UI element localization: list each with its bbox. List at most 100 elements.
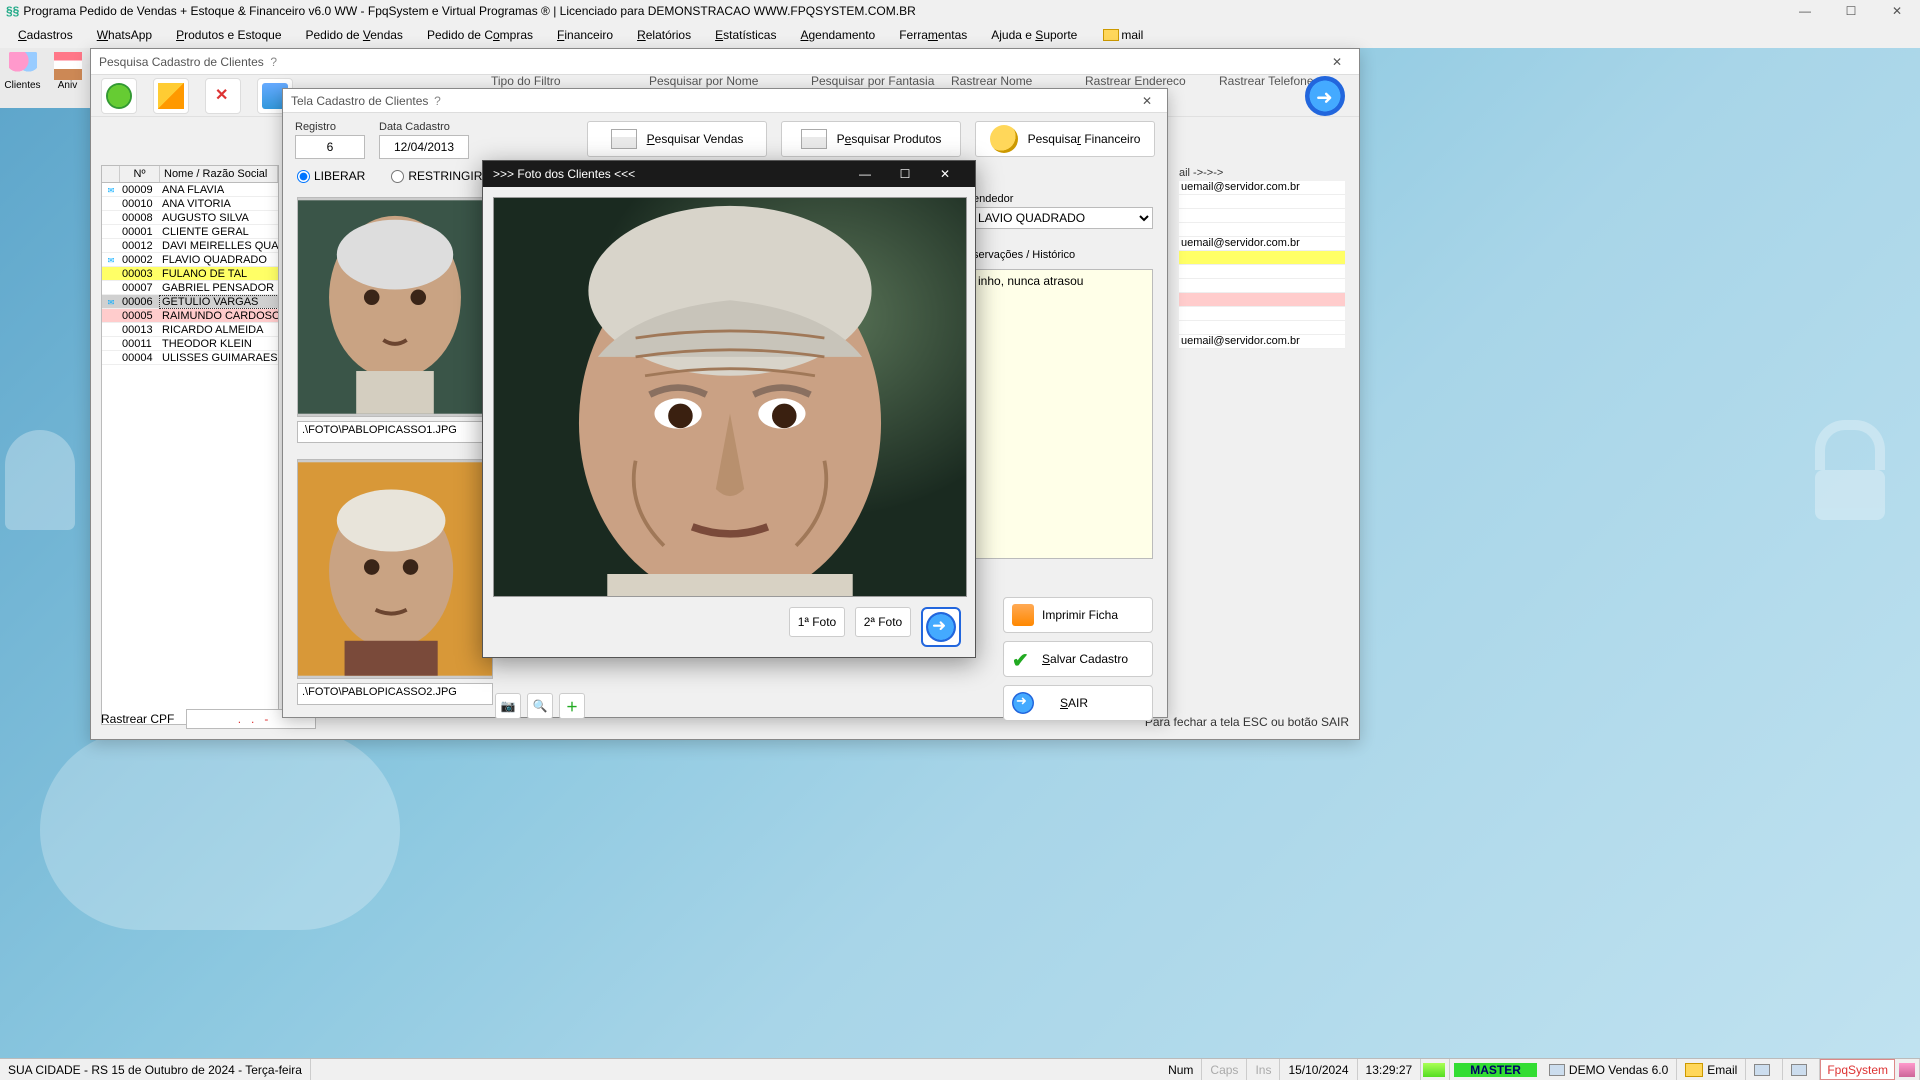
menu-ferramentas[interactable]: Ferramentas <box>887 24 979 46</box>
track-name-label: Rastrear Nome <box>951 74 1032 88</box>
search-window-help[interactable]: ? <box>264 55 284 69</box>
pesquisar-produtos-button[interactable]: Pesquisar Produtos <box>781 121 961 157</box>
menu-agendamento[interactable]: Agendamento <box>788 24 887 46</box>
liberar-radio[interactable]: LIBERAR <box>297 169 365 183</box>
email-cell <box>1179 209 1345 223</box>
table-row[interactable]: 00013RICARDO ALMEIDA <box>102 323 278 337</box>
table-row[interactable]: 00007GABRIEL PENSADOR <box>102 281 278 295</box>
vendedor-select[interactable]: LAVIO QUADRADO <box>973 207 1153 229</box>
salvar-cadastro-button[interactable]: Salvar Cadastro <box>1003 641 1153 677</box>
photo1-image <box>298 198 492 416</box>
window-close[interactable]: ✕ <box>1874 0 1920 22</box>
foto-modal: >>> Foto dos Clientes <<< — ☐ ✕ <box>482 160 976 658</box>
status-bar: SUA CIDADE - RS 15 de Outubro de 2024 - … <box>0 1058 1920 1080</box>
printer-icon <box>1754 1064 1770 1076</box>
delete-button[interactable] <box>205 78 241 114</box>
restringir-radio[interactable]: RESTRINGIR <box>391 169 482 183</box>
pesquisar-financeiro-button[interactable]: Pesquisar Financeiro <box>975 121 1155 157</box>
menu-relatorios[interactable]: Relatórios <box>625 24 703 46</box>
menu-ajuda[interactable]: Ajuda e Suporte <box>979 24 1089 46</box>
app-title: Programa Pedido de Vendas + Estoque & Fi… <box>23 4 915 18</box>
menu-estatisticas[interactable]: Estatísticas <box>703 24 788 46</box>
go-arrow-button[interactable] <box>1305 76 1345 116</box>
sair-button[interactable]: SAIR <box>1003 685 1153 721</box>
email-cell <box>1179 251 1345 265</box>
foto2-button[interactable]: 2ª Foto <box>855 607 911 637</box>
foto-next-button[interactable] <box>921 607 961 647</box>
people-icon <box>1899 1063 1915 1077</box>
window-minimize[interactable]: — <box>1782 0 1828 22</box>
camera-button[interactable]: 📷 <box>495 693 521 719</box>
list-icon <box>611 129 637 149</box>
imprimir-ficha-button[interactable]: Imprimir Ficha <box>1003 597 1153 633</box>
window-maximize[interactable]: ☐ <box>1828 0 1874 22</box>
search-name-label: Pesquisar por Nome <box>649 74 758 88</box>
observacoes-textarea[interactable]: inho, nunca atrasou <box>973 269 1153 559</box>
status-num: Num <box>1160 1059 1202 1080</box>
table-row[interactable]: 00012DAVI MEIRELLES QUADR <box>102 239 278 253</box>
mail-icon <box>1103 29 1119 41</box>
email-cell <box>1179 195 1345 209</box>
progress-icon <box>1423 1063 1445 1077</box>
table-row[interactable]: 00011THEODOR KLEIN <box>102 337 278 351</box>
email-cell <box>1179 223 1345 237</box>
foto-modal-title: >>> Foto dos Clientes <<< <box>493 167 635 181</box>
status-brand[interactable]: FpqSystem <box>1820 1059 1895 1080</box>
pesquisar-vendas-button[interactable]: Pesquisar Vendas <box>587 121 767 157</box>
check-icon <box>1012 648 1034 670</box>
search-window-title: Pesquisa Cadastro de Clientes <box>99 55 264 69</box>
data-cadastro-label: Data Cadastro <box>379 121 469 133</box>
table-row[interactable]: 00003FULANO DE TAL <box>102 267 278 281</box>
status-email[interactable]: Email <box>1677 1059 1746 1080</box>
status-city: SUA CIDADE - RS 15 de Outubro de 2024 - … <box>0 1059 311 1080</box>
foto-maximize[interactable]: ☐ <box>885 167 925 181</box>
email-cell <box>1179 307 1345 321</box>
registro-label: Registro <box>295 121 365 133</box>
data-cadastro-value: 12/04/2013 <box>379 135 469 159</box>
edit-button[interactable] <box>153 78 189 114</box>
search-window-close[interactable]: ✕ <box>1323 55 1351 69</box>
clients-grid[interactable]: Nº Nome / Razão Social ✉00009ANA FLAVIA0… <box>101 165 279 725</box>
foto1-button[interactable]: 1ª Foto <box>789 607 845 637</box>
menu-pedido-compras[interactable]: Pedido de Compras <box>415 24 545 46</box>
cadastro-close[interactable]: ✕ <box>1135 94 1159 108</box>
menu-cadastros[interactable]: Cadastros <box>6 24 85 46</box>
foto-close[interactable]: ✕ <box>925 167 965 181</box>
table-row[interactable]: 00005RAIMUNDO CARDOSO <box>102 309 278 323</box>
toolbar-aniv[interactable]: Aniv <box>45 48 90 108</box>
menu-whatsapp[interactable]: WhatsApp <box>85 24 164 46</box>
mail-icon <box>1685 1063 1703 1077</box>
photo1-path[interactable]: .\FOTO\PABLOPICASSO1.JPG <box>297 421 493 443</box>
zoom-button[interactable]: 🔍 <box>527 693 553 719</box>
table-row[interactable]: 00004ULISSES GUIMARAES <box>102 351 278 365</box>
toolbar-clientes[interactable]: Clientes <box>0 48 45 108</box>
menu-financeiro[interactable]: Financeiro <box>545 24 625 46</box>
foto-minimize[interactable]: — <box>845 167 885 181</box>
add-button[interactable] <box>101 78 137 114</box>
status-screen[interactable] <box>1783 1059 1820 1080</box>
add-photo-button[interactable]: ＋ <box>559 693 585 719</box>
people-icon <box>9 52 37 80</box>
obs-label: servações / Histórico <box>973 249 1153 261</box>
coin-icon <box>990 125 1018 153</box>
status-people[interactable] <box>1895 1059 1920 1080</box>
table-row[interactable]: 00010ANA VITORIA <box>102 197 278 211</box>
track-cpf-label: Rastrear CPF <box>101 712 174 726</box>
table-row[interactable]: ✉00006GETULIO VARGAS <box>102 295 278 309</box>
cadastro-help[interactable]: ? <box>428 94 446 108</box>
grid-header: Nº Nome / Razão Social <box>102 166 278 183</box>
list-icon <box>801 129 827 149</box>
menu-mail[interactable]: mail <box>1103 28 1143 42</box>
status-print[interactable] <box>1746 1059 1783 1080</box>
table-row[interactable]: 00001CLIENTE GERAL <box>102 225 278 239</box>
table-row[interactable]: 00008AUGUSTO SILVA <box>102 211 278 225</box>
menu-pedido-vendas[interactable]: Pedido de Vendas <box>294 24 415 46</box>
table-row[interactable]: ✉00002FLAVIO QUADRADO <box>102 253 278 267</box>
menu-produtos[interactable]: Produtos e Estoque <box>164 24 293 46</box>
track-address-label: Rastrear Endereco <box>1085 74 1186 88</box>
email-cell: uemail@servidor.com.br <box>1179 335 1345 349</box>
registro-value: 6 <box>295 135 365 159</box>
search-fantasia-label: Pesquisar por Fantasia <box>811 74 934 88</box>
photo2-path[interactable]: .\FOTO\PABLOPICASSO2.JPG <box>297 683 493 705</box>
table-row[interactable]: ✉00009ANA FLAVIA <box>102 183 278 197</box>
